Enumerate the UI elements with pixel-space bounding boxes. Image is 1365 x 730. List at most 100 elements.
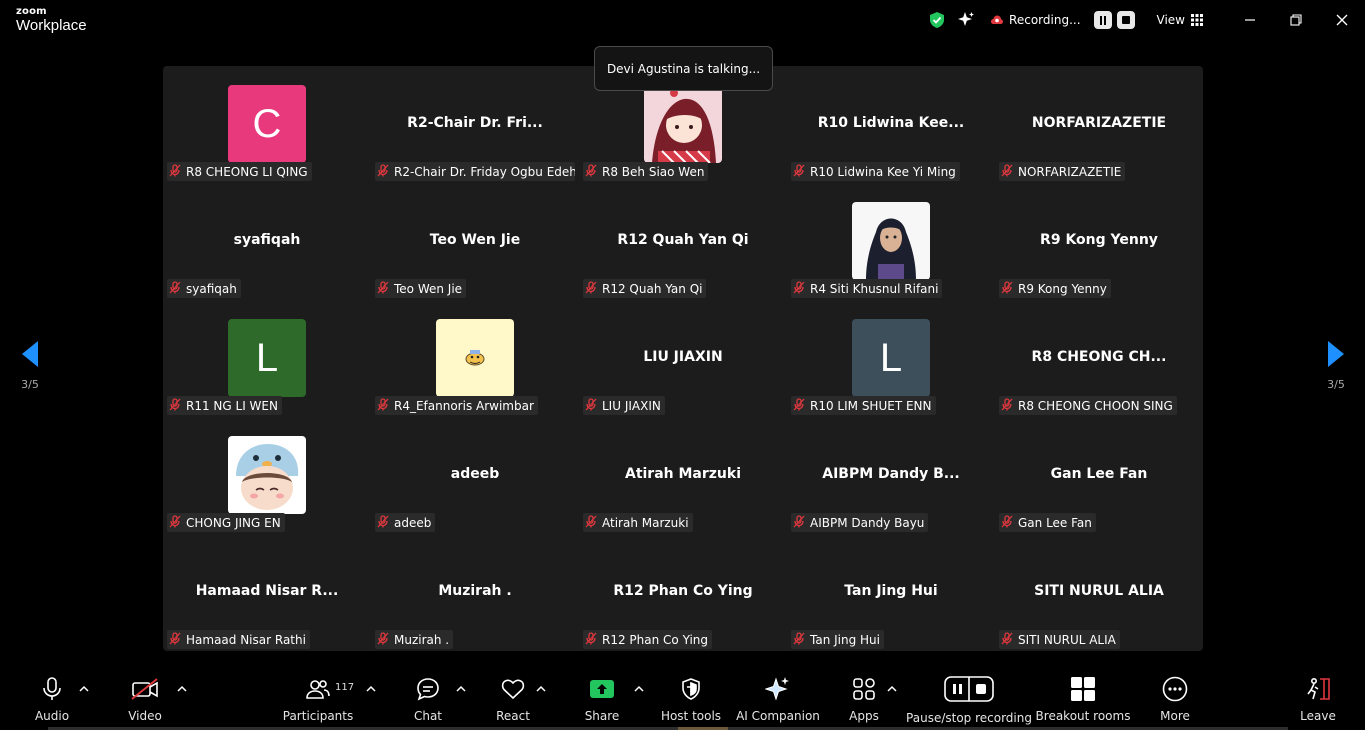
participant-tile[interactable]: L R10 LIM SHUET ENN xyxy=(787,300,995,417)
participant-tile[interactable]: R10 Lidwina Kee... R10 Lidwina Kee Yi Min… xyxy=(787,66,995,183)
audio-options-caret-icon[interactable] xyxy=(79,685,89,693)
participant-name-label: R4_Efannoris Arwimbar xyxy=(375,396,538,415)
participant-name: R11 NG LI WEN xyxy=(186,398,278,413)
participant-tile[interactable]: Atirah Marzuki Atirah Marzuki xyxy=(579,417,787,534)
participants-options-caret-icon[interactable] xyxy=(366,685,376,693)
participant-tile[interactable]: R12 Phan Co Ying R12 Phan Co Ying xyxy=(579,534,787,651)
participant-tile[interactable]: adeeb adeeb xyxy=(371,417,579,534)
breakout-rooms-button[interactable]: Breakout rooms xyxy=(1036,669,1130,730)
participant-name: SITI NURUL ALIA xyxy=(1018,632,1116,647)
participant-name: NORFARIZAZETIE xyxy=(1018,164,1122,179)
mic-muted-icon xyxy=(1001,280,1013,297)
stop-icon xyxy=(1121,16,1130,24)
close-button[interactable] xyxy=(1319,0,1365,40)
participant-tile[interactable]: C R8 CHEONG LI QING xyxy=(163,66,371,183)
mic-muted-icon xyxy=(585,514,597,531)
participants-label: Participants xyxy=(282,709,354,723)
restore-icon xyxy=(1290,14,1302,26)
participant-name: R4 Siti Khusnul Rifani xyxy=(810,281,939,296)
participant-name: R2-Chair Dr. Friday Ogbu Edeh xyxy=(394,164,575,179)
apps-icon xyxy=(853,678,875,700)
participant-display-name: Atirah Marzuki xyxy=(624,466,742,482)
restore-button[interactable] xyxy=(1273,0,1319,40)
brand-small: zoom xyxy=(16,6,47,17)
participant-tile[interactable]: L R11 NG LI WEN xyxy=(163,300,371,417)
gallery-grid: C R8 CHEONG LI QING R2-Chair Dr. Fri... R2-… xyxy=(163,66,1203,651)
participant-tile[interactable]: R2-Chair Dr. Fri... R2-Chair Dr. Friday O… xyxy=(371,66,579,183)
participant-name: LIU JIAXIN xyxy=(602,398,661,413)
chat-button[interactable]: Chat xyxy=(413,669,443,730)
shield-icon xyxy=(682,678,700,700)
brand-name: Workplace xyxy=(16,17,87,34)
participant-tile[interactable]: Tan Jing Hui Tan Jing Hui xyxy=(787,534,995,651)
apps-options-caret-icon[interactable] xyxy=(887,685,897,693)
participant-tile[interactable]: Teo Wen Jie Teo Wen Jie xyxy=(371,183,579,300)
share-screen-icon xyxy=(590,680,614,698)
participant-tile[interactable]: SITI NURUL ALIA SITI NURUL ALIA xyxy=(995,534,1203,651)
participant-display-name: SITI NURUL ALIA xyxy=(1034,583,1164,599)
more-dots-icon xyxy=(1162,676,1188,702)
mic-muted-icon xyxy=(793,163,805,180)
encryption-shield-icon[interactable] xyxy=(928,11,946,29)
cartoon-sticker-icon xyxy=(436,319,514,397)
arrow-left-icon xyxy=(22,341,38,367)
participant-display-name: Hamaad Nisar R... xyxy=(195,583,339,599)
previous-page-button[interactable]: 3/5 xyxy=(10,340,50,391)
next-page-button[interactable]: 3/5 xyxy=(1316,340,1356,391)
participant-display-name: Muzirah . xyxy=(438,583,512,599)
participant-tile[interactable]: LIU JIAXIN LIU JIAXIN xyxy=(579,300,787,417)
more-button[interactable]: More xyxy=(1158,669,1192,730)
minimize-icon xyxy=(1245,19,1255,21)
participant-tile[interactable]: R9 Kong Yenny R9 Kong Yenny xyxy=(995,183,1203,300)
participant-name: Tan Jing Hui xyxy=(810,632,880,647)
participant-display-name: Teo Wen Jie xyxy=(429,232,521,248)
breakout-rooms-label: Breakout rooms xyxy=(1035,709,1131,723)
participant-tile[interactable]: syafiqah syafiqah xyxy=(163,183,371,300)
audio-button[interactable]: Audio xyxy=(34,669,70,730)
chat-options-caret-icon[interactable] xyxy=(456,685,466,693)
participant-tile[interactable]: R8 CHEONG CH... R8 CHEONG CHOON SING xyxy=(995,300,1203,417)
more-label: More xyxy=(1160,709,1190,723)
ai-sparkle-icon[interactable] xyxy=(956,10,976,30)
participant-name-label: Hamaad Nisar Rathi xyxy=(167,630,310,649)
stop-recording-button[interactable] xyxy=(1116,11,1135,29)
pause-recording-button[interactable] xyxy=(1093,11,1112,29)
apps-button[interactable]: Apps xyxy=(848,669,880,730)
ai-companion-sparkle-icon xyxy=(765,677,789,701)
participant-tile[interactable]: AIBPM Dandy B... AIBPM Dandy Bayu xyxy=(787,417,995,534)
avatar-letter: L xyxy=(228,319,306,397)
participant-display-name: R12 Quah Yan Qi xyxy=(617,232,749,248)
participant-tile[interactable]: CHONG JING EN xyxy=(163,417,371,534)
participant-display-name: NORFARIZAZETIE xyxy=(1031,115,1167,131)
react-button[interactable]: React xyxy=(496,669,530,730)
leave-button[interactable]: Leave xyxy=(1300,669,1336,730)
grid-view-icon xyxy=(1191,14,1203,26)
participant-name: Atirah Marzuki xyxy=(602,515,689,530)
video-button[interactable]: Video xyxy=(126,669,164,730)
participant-name: syafiqah xyxy=(186,281,237,296)
participant-tile[interactable]: R4 Siti Khusnul Rifani xyxy=(787,183,995,300)
participant-name-label: Tan Jing Hui xyxy=(791,630,884,649)
participant-tile[interactable]: R4_Efannoris Arwimbar xyxy=(371,300,579,417)
participant-display-name: R2-Chair Dr. Fri... xyxy=(407,115,543,131)
recording-indicator[interactable]: Recording... xyxy=(990,11,1135,29)
participants-button[interactable]: Participants xyxy=(283,669,353,730)
react-options-caret-icon[interactable] xyxy=(536,685,546,693)
share-options-caret-icon[interactable] xyxy=(634,685,644,693)
participant-name-label: Atirah Marzuki xyxy=(583,513,693,532)
participant-tile[interactable]: NORFARIZAZETIE NORFARIZAZETIE xyxy=(995,66,1203,183)
share-button[interactable]: Share xyxy=(585,669,619,730)
participant-tile[interactable]: Gan Lee Fan Gan Lee Fan xyxy=(995,417,1203,534)
participant-tile[interactable]: Hamaad Nisar R... Hamaad Nisar Rathi xyxy=(163,534,371,651)
minimize-button[interactable] xyxy=(1227,0,1273,40)
view-button[interactable]: View xyxy=(1157,13,1203,27)
video-options-caret-icon[interactable] xyxy=(177,685,187,693)
view-label: View xyxy=(1156,13,1185,27)
participant-tile[interactable]: R12 Quah Yan Qi R12 Quah Yan Qi xyxy=(579,183,787,300)
participant-name-label: Gan Lee Fan xyxy=(999,513,1096,532)
pause-stop-recording-button[interactable]: Pause/stop recording xyxy=(906,669,1032,730)
participant-tile[interactable]: Muzirah . Muzirah . xyxy=(371,534,579,651)
ai-companion-button[interactable]: AI Companion xyxy=(736,669,820,730)
mic-muted-icon xyxy=(1001,631,1013,648)
host-tools-button[interactable]: Host tools xyxy=(661,669,721,730)
